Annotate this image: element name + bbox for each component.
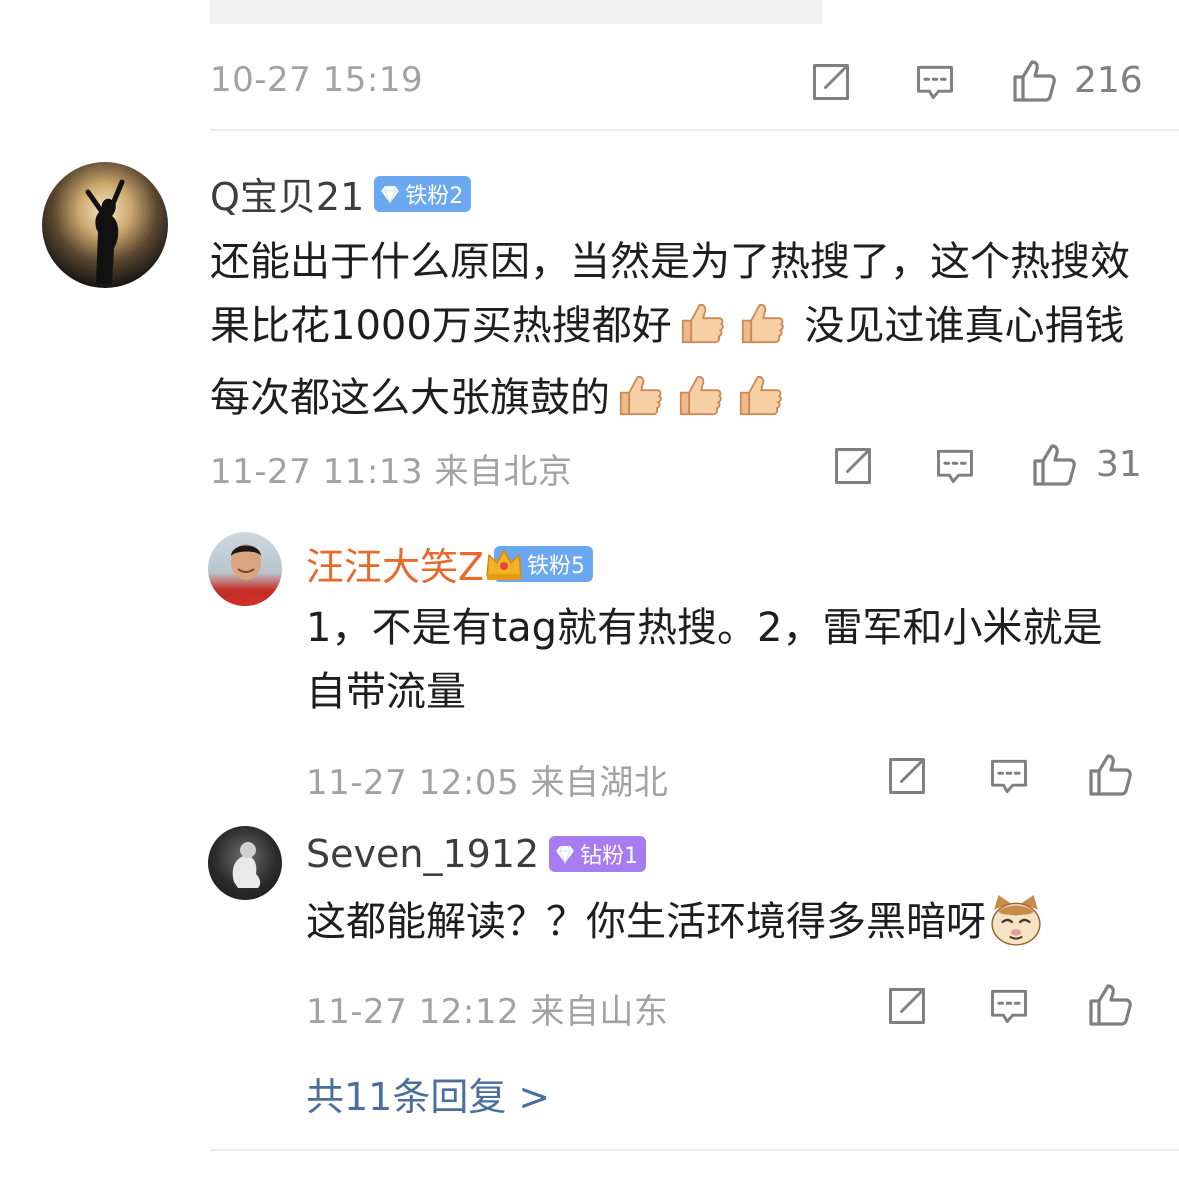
avatar[interactable] (208, 826, 282, 900)
top-comment-timestamp: 10-27 15:19 (210, 60, 424, 100)
reply-timestamp: 11-27 12:05 (306, 763, 520, 803)
reply-username-row: 汪汪大笑Z 铁粉5 (306, 536, 594, 591)
diamond-icon (553, 842, 577, 866)
reply-timestamp: 11-27 12:12 (306, 992, 520, 1032)
comment-like-count: 31 (1096, 444, 1142, 485)
divider (210, 1149, 1179, 1151)
comment-meta: 11-27 11:13 来自北京 (210, 444, 572, 493)
diamond-icon (378, 182, 402, 206)
comment-timestamp: 11-27 11:13 (210, 452, 424, 492)
comment-icon[interactable] (984, 982, 1034, 1030)
comment-username[interactable]: Q宝贝21 (210, 166, 364, 221)
reply-username-row: Seven_1912 钻粉1 (306, 832, 647, 876)
fan-badge-label: 铁粉5 (527, 553, 586, 579)
like-icon[interactable] (1008, 56, 1060, 106)
crown-icon (484, 546, 524, 582)
reply-username[interactable]: 汪汪大笑Z (306, 536, 484, 591)
fan-badge: 钻粉1 (549, 836, 647, 872)
comment-icon[interactable] (930, 442, 980, 490)
comment-icon[interactable] (910, 58, 960, 106)
reply-location: 来自湖北 (530, 763, 669, 803)
top-comment-like-count: 216 (1074, 60, 1143, 101)
reply-text: 1，不是有tag就有热搜。2，雷军和小米就是自带流量 (306, 605, 1103, 715)
comment-icon[interactable] (984, 752, 1034, 800)
repost-icon[interactable] (806, 58, 856, 106)
fan-badge-label: 铁粉2 (405, 183, 464, 209)
reply-text: 这都能解读？？你生活环境得多黑暗呀 (306, 890, 1146, 968)
comment-location: 来自北京 (434, 452, 573, 492)
reply-meta: 11-27 12:12 来自山东 (306, 984, 668, 1033)
thumbs-up-emoji (676, 371, 724, 438)
avatar[interactable] (208, 532, 282, 606)
repost-icon[interactable] (828, 442, 878, 490)
like-icon[interactable] (1084, 980, 1136, 1030)
reply-username[interactable]: Seven_1912 (306, 832, 539, 876)
fan-badge-label: 钻粉1 (580, 844, 639, 869)
divider (210, 129, 1179, 131)
cat-emoji (988, 893, 1044, 968)
previous-content-bar (210, 0, 822, 24)
reply-text-content: 这都能解读？？你生活环境得多黑暗呀 (306, 899, 986, 945)
thumbs-up-emoji (678, 299, 726, 366)
repost-icon[interactable] (882, 982, 932, 1030)
thumbs-up-emoji (616, 371, 664, 438)
avatar[interactable] (42, 162, 168, 288)
fan-badge: 铁粉2 (374, 175, 472, 212)
comment-text: 还能出于什么原因，当然是为了热搜了，这个热搜效果比花1000万买热搜都好 没见过… (210, 230, 1130, 438)
like-icon[interactable] (1028, 440, 1080, 490)
like-icon[interactable] (1084, 750, 1136, 800)
thumbs-up-emoji (736, 371, 784, 438)
reply-location: 来自山东 (530, 992, 669, 1032)
thumbs-up-emoji (738, 299, 786, 366)
fan-badge: 铁粉5 (494, 545, 594, 582)
reply-meta: 11-27 12:05 来自湖北 (306, 755, 668, 804)
repost-icon[interactable] (882, 752, 932, 800)
comment-username-row: Q宝贝21 铁粉2 (210, 166, 472, 221)
more-replies-link[interactable]: 共11条回复 > (306, 1066, 550, 1121)
